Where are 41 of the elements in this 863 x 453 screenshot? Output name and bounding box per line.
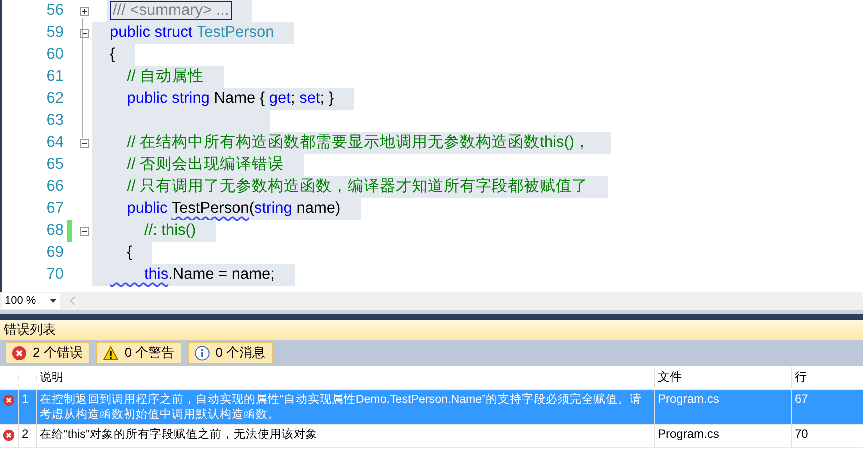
line-number: 66	[46, 178, 64, 196]
error-icon	[3, 394, 15, 407]
panel-splitter[interactable]	[0, 310, 863, 320]
error-icon	[3, 429, 15, 442]
column-header[interactable]: 文件	[655, 367, 792, 388]
line-number: 68	[46, 222, 64, 240]
line-number: 70	[795, 427, 808, 441]
error-icon	[12, 346, 27, 360]
file-name: Program.cs	[658, 427, 720, 441]
info-icon	[194, 346, 210, 360]
panel-title: 错误列表	[0, 320, 863, 340]
filter-button[interactable]: 0 个消息	[188, 342, 273, 364]
line-number: 70	[46, 266, 64, 284]
line-number: 62	[46, 90, 64, 108]
row-number: 2	[22, 427, 29, 441]
line-number: 61	[46, 68, 64, 86]
filter-button[interactable]: 0 个警告	[96, 342, 182, 364]
collapse-icon[interactable]	[80, 226, 89, 236]
line-number: 63	[46, 112, 64, 130]
line-number: 64	[46, 134, 64, 152]
error-description: 在给“this”对象的所有字段赋值之前，无法使用该对象	[40, 428, 318, 441]
line-number: 69	[46, 244, 64, 262]
file-name: Program.cs	[658, 392, 720, 406]
error-row[interactable]: 2 在给“this”对象的所有字段赋值之前，无法使用该对象 Program.cs 70	[0, 425, 863, 448]
line-number: 56	[46, 2, 64, 20]
warning-icon	[102, 346, 119, 360]
line-number: 65	[46, 156, 64, 174]
line-number: 67	[795, 392, 808, 406]
zoom-dropdown[interactable]: 100 %	[2, 293, 60, 309]
line-number: 60	[46, 46, 64, 64]
column-header[interactable]: 行	[792, 367, 863, 388]
error-description: 在控制返回到调用程序之前，自动实现的属性“自动实现属性Demo.TestPerson.Name”的支持字段必须完全赋值。请考虑从构造函数初始值中调用默认构造函数。	[40, 393, 642, 421]
filter-button[interactable]: 2 个错误	[5, 342, 90, 364]
expand-icon[interactable]	[80, 6, 89, 16]
collapse-icon[interactable]	[80, 138, 89, 148]
line-number: 59	[46, 24, 64, 42]
row-number: 1	[22, 392, 29, 406]
column-header[interactable]: 说明	[37, 368, 655, 387]
caret-icon	[50, 299, 57, 303]
line-number: 67	[46, 200, 64, 218]
collapse-icon[interactable]	[80, 28, 89, 38]
